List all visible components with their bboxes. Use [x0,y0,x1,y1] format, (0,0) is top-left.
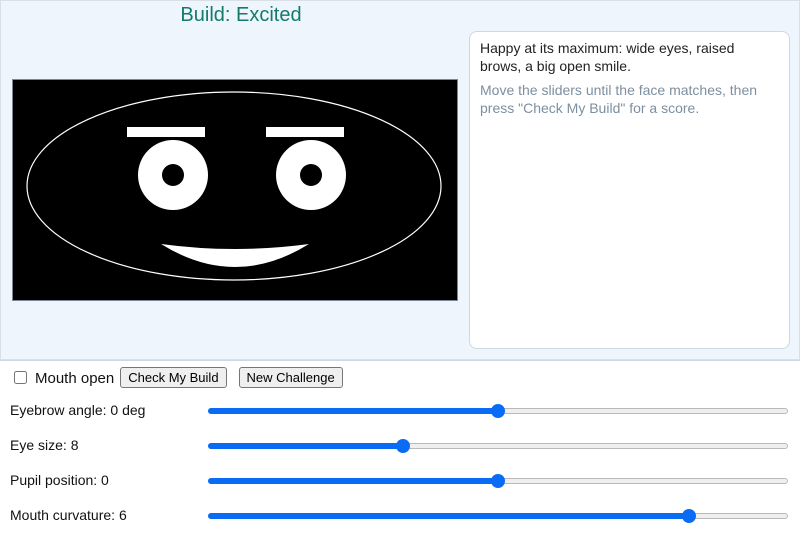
eyebrow-angle-slider-fill [208,408,497,414]
face-canvas [12,79,458,301]
mouth-curvature-slider-thumb[interactable] [681,509,696,523]
eye-size-slider-fill [208,443,402,449]
new-challenge-button[interactable]: New Challenge [238,366,343,388]
mouth-curvature-label: Mouth curvature: 6 [10,507,127,523]
pupil-position-slider-thumb[interactable] [491,474,505,488]
instruction-hint: Move the sliders until the face matches,… [480,82,758,116]
pupil-position-row: Pupil position: 0 [0,466,800,496]
mouth-open-checkbox[interactable] [14,370,27,384]
right-eyebrow [266,127,344,137]
mouth-open-label: Mouth open [35,369,115,387]
eye-size-slider[interactable] [208,439,788,453]
challenge-description: Happy at its maximum: wide eyes, raised … [480,40,735,74]
eye-size-label: Eye size: 8 [10,437,79,453]
face-drawing [26,91,442,281]
page-title: Build: Excited [180,4,302,26]
info-box: Happy at its maximum: wide eyes, raised … [469,31,790,349]
mouth-curvature-slider-fill [208,513,688,519]
mouth-curvature-row: Mouth curvature: 6 [0,501,800,531]
left-pupil [162,164,184,186]
left-eyebrow [127,127,205,137]
controls-row: Mouth open Check My Build New Challenge [10,366,355,388]
eyebrow-angle-slider[interactable] [208,404,788,418]
eye-size-row: Eye size: 8 [0,431,800,461]
eyebrow-angle-row: Eyebrow angle: 0 deg [0,396,800,426]
top-panel: Build: Excited Happy at its maximum: wid… [0,0,800,360]
eyebrow-angle-slider-thumb[interactable] [491,404,505,418]
right-pupil [300,164,322,186]
eyebrow-angle-label: Eyebrow angle: 0 deg [10,402,146,418]
mouth-curvature-slider[interactable] [208,509,788,523]
check-build-button[interactable]: Check My Build [120,366,227,388]
pupil-position-label: Pupil position: 0 [10,472,109,488]
mouth [161,244,309,267]
pupil-position-slider-fill [208,478,497,484]
divider [0,360,800,361]
eye-size-slider-thumb[interactable] [395,439,410,453]
pupil-position-slider[interactable] [208,474,788,488]
